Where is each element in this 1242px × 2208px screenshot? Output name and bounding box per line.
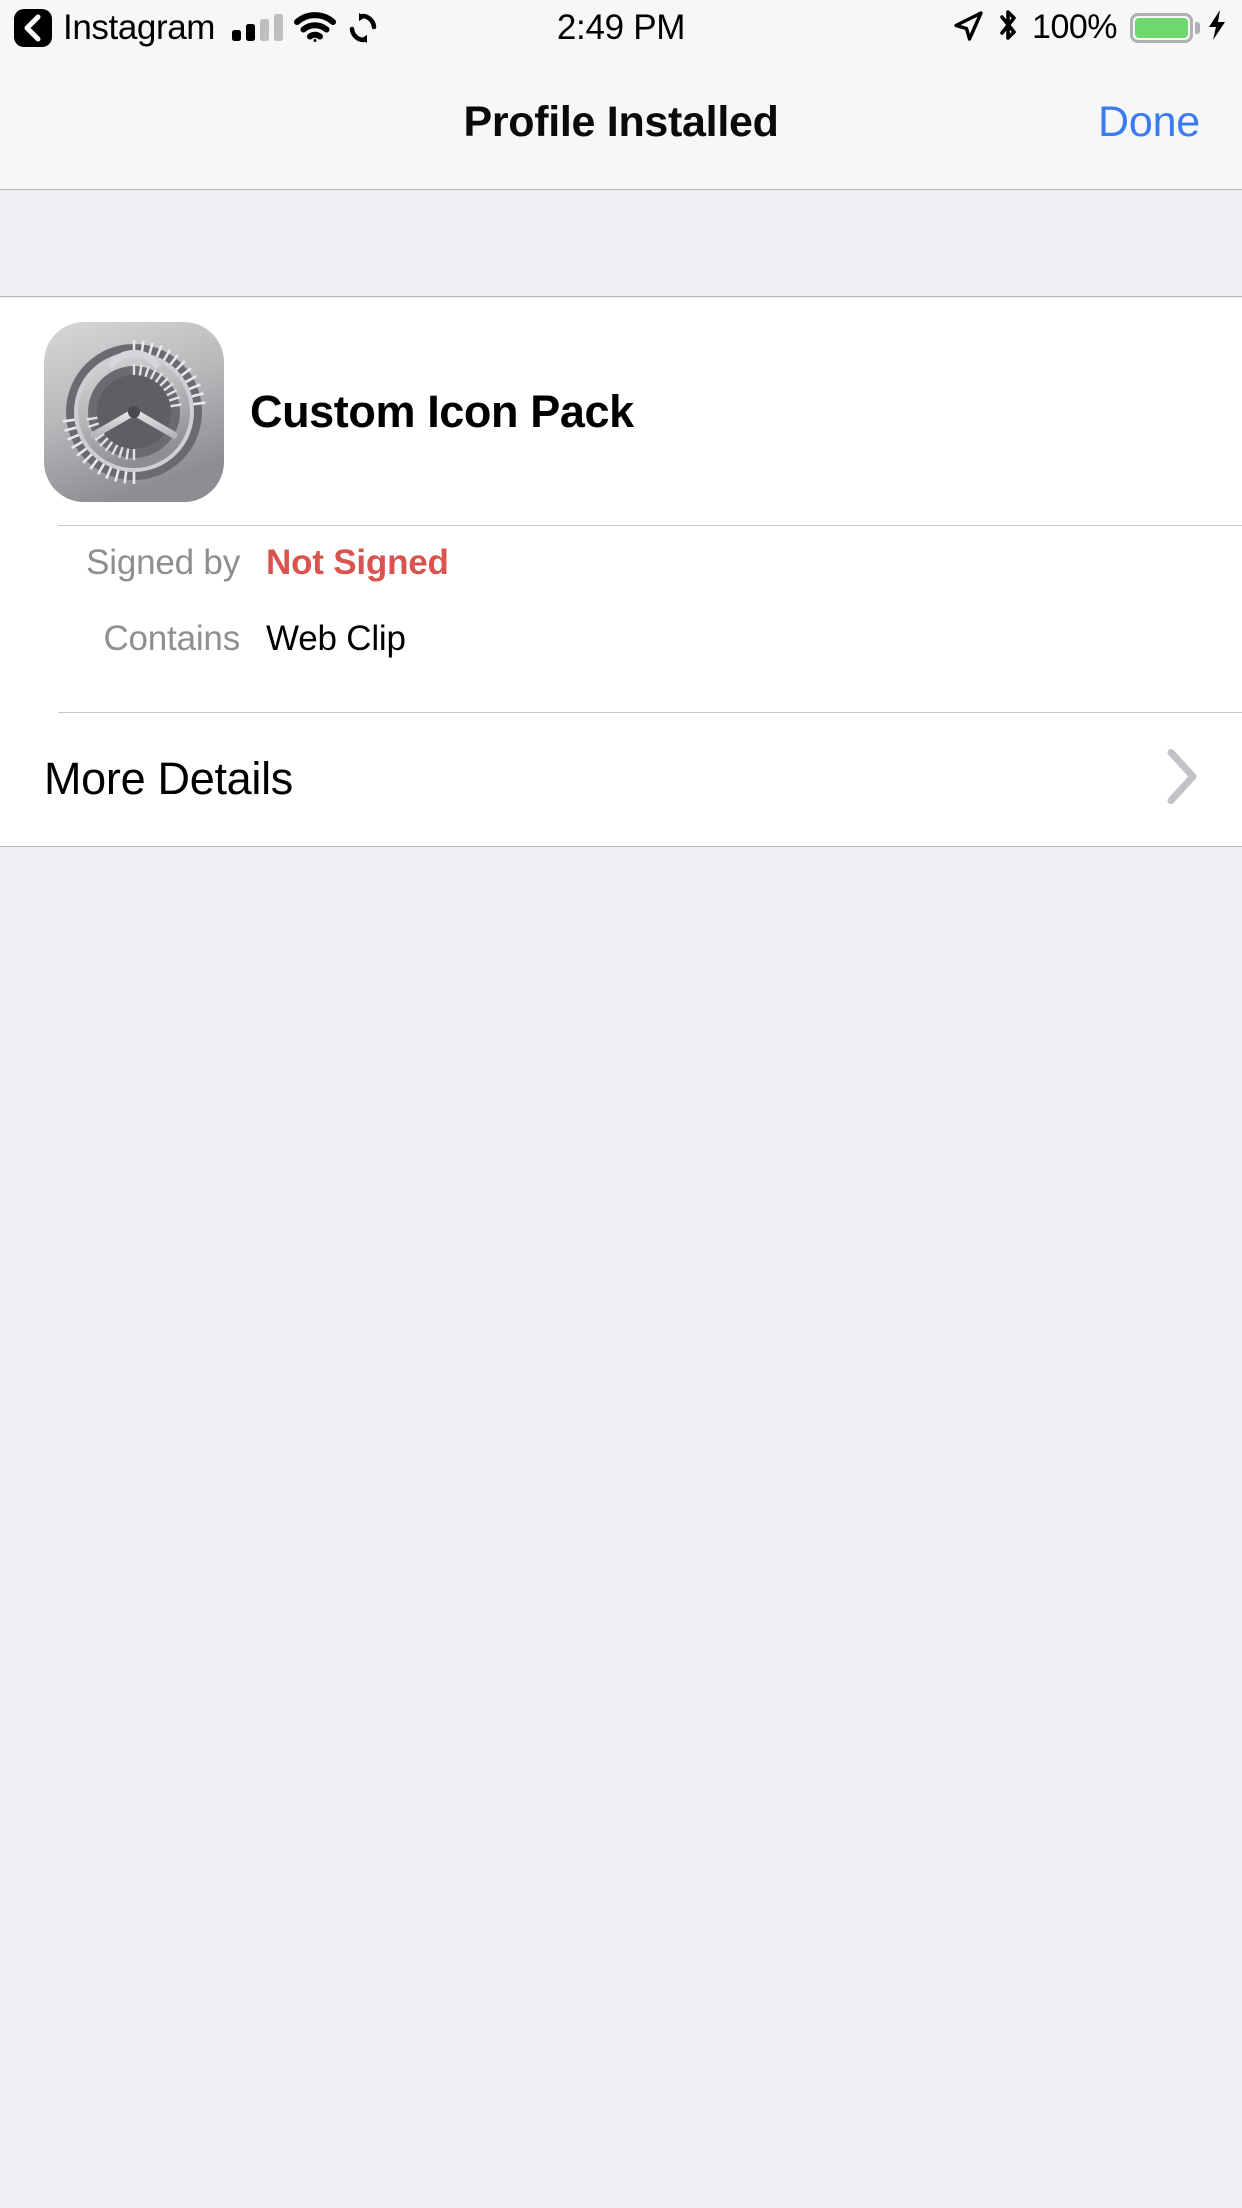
done-button[interactable]: Done	[1098, 55, 1200, 189]
status-bar: Instagram 2:49 PM 100%	[0, 0, 1242, 55]
profile-card: Custom Icon Pack Signed by Not Signed Co…	[0, 298, 1242, 847]
more-details-row[interactable]: More Details	[0, 712, 1242, 846]
ios-screen: Instagram 2:49 PM 100% Profile Installed…	[0, 0, 1242, 2208]
battery-full-icon	[1130, 12, 1200, 43]
location-arrow-icon	[952, 9, 984, 46]
detail-row-signed-by: Signed by Not Signed	[0, 525, 1242, 601]
battery-percent-label: 100%	[1032, 8, 1117, 46]
navigation-bar: Profile Installed Done	[0, 55, 1242, 190]
settings-gear-icon	[44, 321, 224, 502]
status-bar-clock: 2:49 PM	[556, 7, 686, 47]
detail-label: Contains	[103, 619, 240, 658]
profile-header-row: Custom Icon Pack	[0, 298, 1242, 525]
status-bar-right-group: 100%	[952, 0, 1228, 55]
detail-value-signed-by: Not Signed	[266, 543, 449, 582]
detail-label: Signed by	[86, 543, 240, 582]
page-background	[0, 848, 1242, 2208]
profile-name: Custom Icon Pack	[250, 385, 634, 437]
detail-row-contains: Contains Web Clip	[0, 601, 1242, 677]
bluetooth-icon	[997, 8, 1019, 47]
chevron-right-icon	[1164, 748, 1200, 811]
section-spacer	[0, 191, 1242, 297]
more-details-label: More Details	[44, 753, 293, 804]
lightning-bolt-icon	[1206, 8, 1228, 47]
detail-value-contains: Web Clip	[266, 619, 406, 658]
page-title: Profile Installed	[463, 97, 779, 146]
